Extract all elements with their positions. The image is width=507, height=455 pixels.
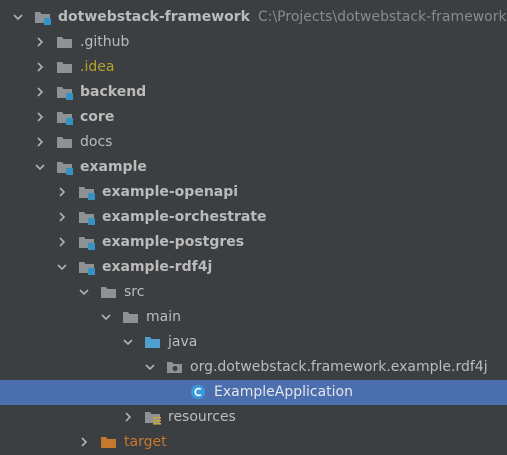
tree-row-example-application[interactable]: ExampleApplication <box>0 380 507 405</box>
tree-row-main[interactable]: main <box>0 305 507 330</box>
java-class-icon <box>190 384 208 400</box>
folder-icon <box>56 59 74 75</box>
tree-row-example-rdf4j[interactable]: example-rdf4j <box>0 255 507 280</box>
tree-row-idea[interactable]: .idea <box>0 55 507 80</box>
project-tree: dotwebstack-framework C:\Projects\dotwebs… <box>0 0 507 450</box>
chevron-down-icon[interactable] <box>32 159 48 175</box>
chevron-right-icon[interactable] <box>54 184 70 200</box>
tree-item-label: example-openapi <box>102 184 239 200</box>
tree-item-label: src <box>124 284 145 300</box>
tree-item-label: target <box>124 434 167 450</box>
module-folder-icon <box>56 159 74 175</box>
chevron-right-icon[interactable] <box>54 209 70 225</box>
excluded-folder-icon <box>100 434 118 450</box>
chevron-down-icon[interactable] <box>10 9 26 25</box>
module-folder-icon <box>34 9 52 25</box>
tree-item-label: example <box>80 159 147 175</box>
folder-icon <box>56 134 74 150</box>
tree-item-label: .idea <box>80 59 115 75</box>
tree-row-package[interactable]: org.dotwebstack.framework.example.rdf4j <box>0 355 507 380</box>
module-folder-icon <box>56 109 74 125</box>
folder-icon <box>100 284 118 300</box>
module-folder-icon <box>78 234 96 250</box>
tree-row-target[interactable]: target <box>0 430 507 455</box>
tree-item-label: org.dotwebstack.framework.example.rdf4j <box>190 359 488 375</box>
tree-item-label: example-orchestrate <box>102 209 267 225</box>
folder-icon <box>122 309 140 325</box>
tree-row-github[interactable]: .github <box>0 30 507 55</box>
tree-row-src[interactable]: src <box>0 280 507 305</box>
chevron-right-icon[interactable] <box>32 34 48 50</box>
tree-item-label: java <box>168 334 198 350</box>
chevron-down-icon[interactable] <box>76 284 92 300</box>
tree-row-core[interactable]: core <box>0 105 507 130</box>
tree-row-root[interactable]: dotwebstack-framework C:\Projects\dotwebs… <box>0 5 507 30</box>
chevron-right-icon[interactable] <box>32 84 48 100</box>
folder-icon <box>56 34 74 50</box>
tree-row-example[interactable]: example <box>0 155 507 180</box>
tree-row-example-postgres[interactable]: example-postgres <box>0 230 507 255</box>
chevron-right-icon[interactable] <box>32 134 48 150</box>
tree-row-backend[interactable]: backend <box>0 80 507 105</box>
chevron-right-icon[interactable] <box>54 234 70 250</box>
chevron-down-icon[interactable] <box>142 359 158 375</box>
resources-folder-icon <box>144 409 162 425</box>
chevron-down-icon[interactable] <box>54 259 70 275</box>
module-folder-icon <box>78 209 96 225</box>
tree-row-example-orchestrate[interactable]: example-orchestrate <box>0 205 507 230</box>
tree-item-label: ExampleApplication <box>214 384 353 400</box>
tree-row-example-openapi[interactable]: example-openapi <box>0 180 507 205</box>
chevron-right-icon[interactable] <box>120 409 136 425</box>
module-folder-icon <box>56 84 74 100</box>
tree-row-docs[interactable]: docs <box>0 130 507 155</box>
tree-item-label: core <box>80 109 115 125</box>
module-folder-icon <box>78 259 96 275</box>
module-folder-icon <box>78 184 96 200</box>
chevron-down-icon[interactable] <box>98 309 114 325</box>
tree-item-label: resources <box>168 409 236 425</box>
chevron-right-icon[interactable] <box>32 109 48 125</box>
tree-item-label: .github <box>80 34 130 50</box>
tree-row-resources[interactable]: resources <box>0 405 507 430</box>
tree-row-java[interactable]: java <box>0 330 507 355</box>
chevron-right-icon[interactable] <box>76 434 92 450</box>
source-folder-icon <box>144 334 162 350</box>
project-path: C:\Projects\dotwebstack-framework <box>257 9 507 25</box>
tree-item-label: docs <box>80 134 113 150</box>
chevron-down-icon[interactable] <box>120 334 136 350</box>
project-name: dotwebstack-framework <box>58 9 250 25</box>
chevron-right-icon[interactable] <box>32 59 48 75</box>
tree-item-label: main <box>146 309 181 325</box>
tree-item-label: example-postgres <box>102 234 245 250</box>
tree-item-label: example-rdf4j <box>102 259 213 275</box>
package-icon <box>166 359 184 375</box>
tree-item-label: backend <box>80 84 147 100</box>
